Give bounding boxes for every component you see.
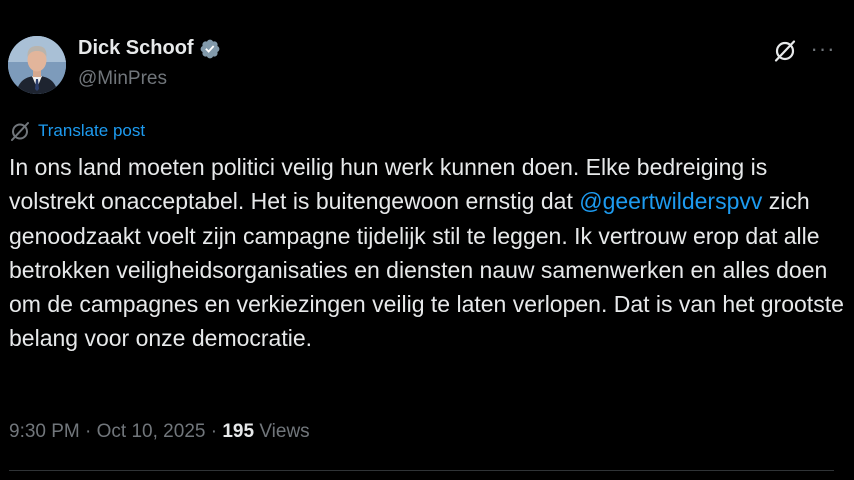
slashed-circle-icon [11, 122, 29, 141]
post-text: In ons land moeten politici veilig hun w… [9, 150, 845, 356]
avatar-portrait [8, 36, 66, 94]
mention-link[interactable]: @geertwilderspvv [579, 188, 762, 214]
verified-badge-icon [200, 39, 219, 58]
author-handle[interactable]: @MinPres [78, 68, 167, 90]
views-count: 195 [222, 421, 255, 442]
post-meta: 9:30 PM · Oct 10, 2025 · 195 Views [9, 421, 310, 443]
more-options-button[interactable]: ··· [806, 36, 840, 62]
avatar[interactable] [8, 36, 66, 94]
views-label: Views [254, 421, 310, 442]
author-name-row: Dick Schoof [78, 37, 221, 60]
meta-separator: · [205, 421, 223, 442]
post-date[interactable]: Oct 10, 2025 [97, 421, 206, 442]
meta-separator: · [79, 421, 97, 442]
translate-post-label[interactable]: Translate post [38, 121, 145, 141]
divider [9, 470, 834, 471]
post-time[interactable]: 9:30 PM [9, 421, 80, 442]
slashed-circle-icon[interactable] [772, 38, 798, 64]
translate-post-link[interactable]: Translate post [9, 120, 145, 142]
tweet: Dick Schoof @MinPres ··· Translate post … [0, 0, 854, 480]
author-name[interactable]: Dick Schoof [78, 37, 194, 60]
